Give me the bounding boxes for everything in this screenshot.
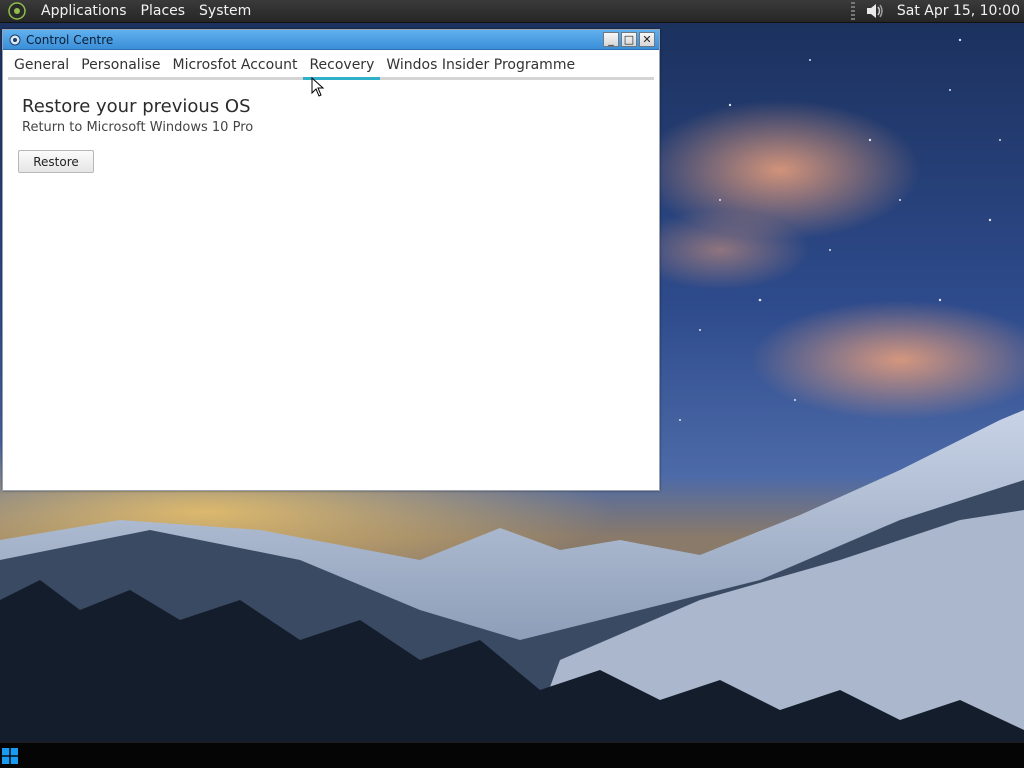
minimize-button[interactable]: _ bbox=[603, 32, 619, 47]
window-app-icon bbox=[9, 34, 21, 45]
places-menu[interactable]: Places bbox=[134, 0, 193, 23]
tray-separator bbox=[850, 2, 855, 20]
tab-windows-insider-programme[interactable]: Windos Insider Programme bbox=[380, 57, 581, 77]
tab-recovery[interactable]: Recovery bbox=[303, 57, 381, 80]
maximize-button[interactable]: □ bbox=[621, 32, 637, 47]
gnome-foot-icon[interactable] bbox=[8, 2, 26, 20]
tab-general[interactable]: General bbox=[8, 57, 75, 77]
recovery-panel: Restore your previous OS Return to Micro… bbox=[3, 80, 659, 189]
window-title: Control Centre bbox=[26, 32, 114, 47]
window-titlebar[interactable]: Control Centre _ □ ✕ bbox=[3, 30, 659, 50]
control-centre-window: Control Centre _ □ ✕ General Personalise… bbox=[2, 29, 660, 491]
windows-logo-icon[interactable] bbox=[2, 748, 18, 764]
page-subtitle: Return to Microsoft Windows 10 Pro bbox=[22, 120, 254, 135]
top-panel: Applications Places System Sat Apr 15, 1… bbox=[0, 0, 1024, 23]
tab-bar: General Personalise Microsfot Account Re… bbox=[8, 50, 654, 80]
page-title: Restore your previous OS bbox=[22, 96, 251, 117]
mouse-pointer-icon bbox=[311, 77, 325, 97]
speaker-icon[interactable] bbox=[865, 2, 885, 20]
taskbar bbox=[0, 742, 1024, 768]
tab-microsoft-account[interactable]: Microsfot Account bbox=[167, 57, 304, 77]
tab-personalise[interactable]: Personalise bbox=[75, 57, 166, 77]
restore-button[interactable]: Restore bbox=[18, 150, 94, 173]
close-button[interactable]: ✕ bbox=[639, 32, 655, 47]
system-menu[interactable]: System bbox=[192, 0, 258, 23]
applications-menu[interactable]: Applications bbox=[34, 0, 134, 23]
clock[interactable]: Sat Apr 15, 10:00 bbox=[897, 3, 1024, 19]
